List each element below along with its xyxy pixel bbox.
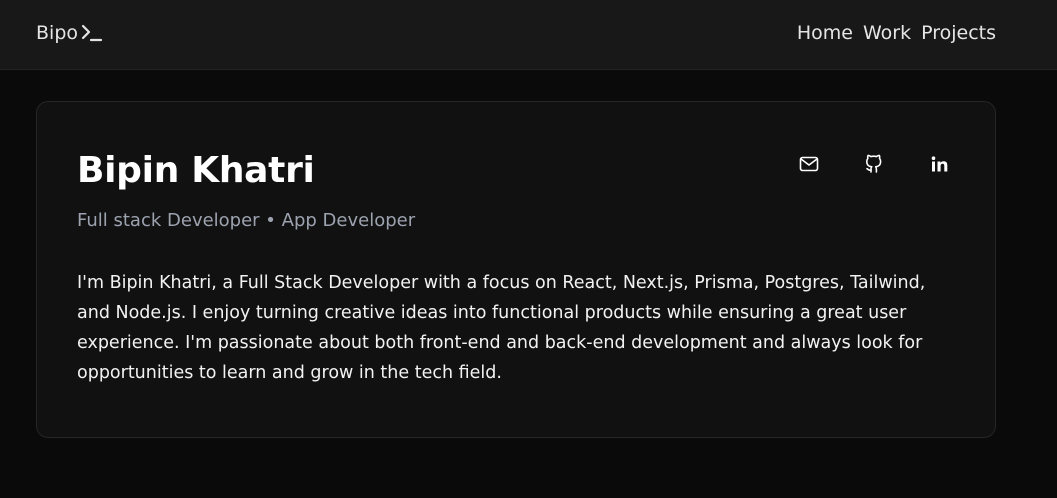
brand-logo-link[interactable]: Bipo xyxy=(36,22,103,44)
linkedin-icon xyxy=(931,156,948,176)
social-links xyxy=(789,153,959,179)
profile-card: Bipin Khatri Full stack Developer • App … xyxy=(36,101,996,438)
top-navbar: Bipo Home Work Projects xyxy=(0,0,1057,70)
nav-work-link[interactable]: Work xyxy=(863,22,911,44)
profile-roles: Full stack Developer • App Developer xyxy=(77,210,416,231)
github-button[interactable] xyxy=(854,153,894,179)
mail-icon xyxy=(799,156,819,176)
brand-name: Bipo xyxy=(36,22,78,44)
terminal-prompt-icon xyxy=(81,24,103,42)
profile-bio: I'm Bipin Khatri, a Full Stack Developer… xyxy=(77,273,926,383)
nav-projects-link[interactable]: Projects xyxy=(921,22,996,44)
github-icon xyxy=(865,154,883,178)
linkedin-button[interactable] xyxy=(919,153,959,179)
email-button[interactable] xyxy=(789,153,829,179)
profile-name: Bipin Khatri xyxy=(77,150,315,191)
main-nav: Home Work Projects xyxy=(797,22,996,44)
nav-home-link[interactable]: Home xyxy=(797,22,853,44)
